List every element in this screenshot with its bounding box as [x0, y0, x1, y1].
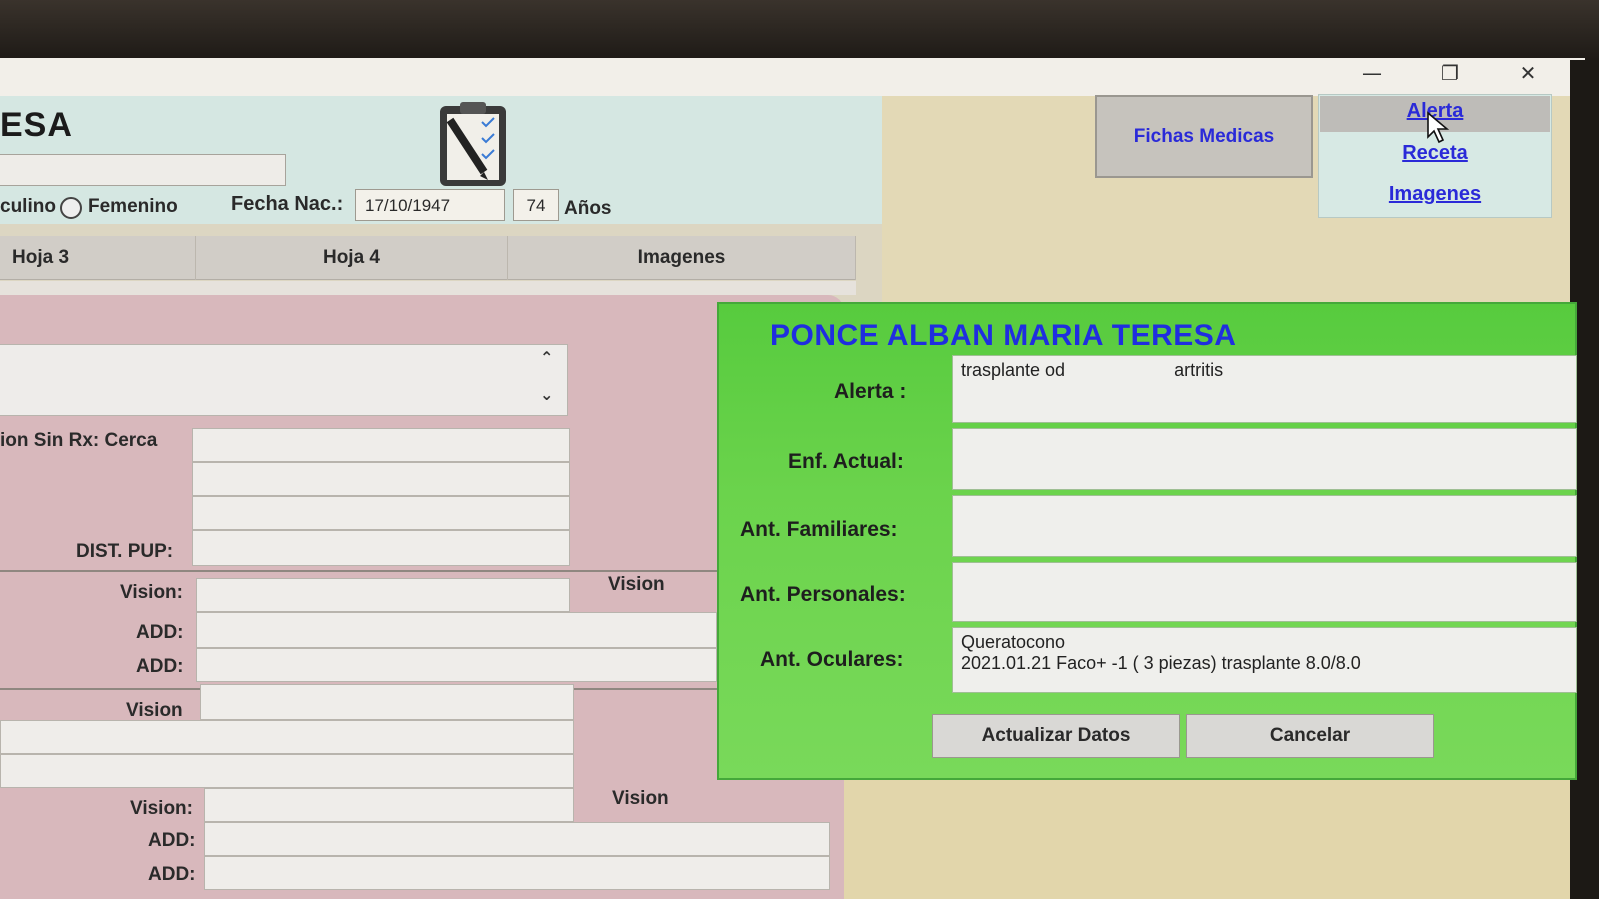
add-field-4[interactable] — [204, 856, 830, 890]
add-field-3[interactable] — [204, 822, 830, 856]
vision-field-4[interactable] — [0, 754, 574, 788]
alerta-value-1: trasplante od — [961, 360, 1066, 380]
patient-name-title: PONCE ALBAN MARIA TERESA — [770, 319, 1237, 352]
dist-pup-field[interactable] — [192, 530, 570, 566]
images-link[interactable]: Imagenes — [1320, 183, 1550, 206]
tab-hoja-3[interactable]: Hoja 3 — [0, 236, 196, 280]
age-field[interactable]: 74 — [513, 189, 559, 221]
vision-field-1[interactable] — [196, 578, 570, 612]
window-heading: ESA — [0, 106, 73, 144]
notes-textarea[interactable] — [0, 344, 568, 416]
vision-label-3: Vision: — [130, 798, 193, 819]
ocular-line-1: Queratocono — [961, 632, 1066, 652]
restore-button[interactable]: ❐ — [1424, 58, 1476, 88]
alerta-field[interactable]: trasplante od artritis — [952, 355, 1577, 423]
form-top-strip — [0, 281, 856, 295]
clipboard-icon[interactable] — [432, 100, 518, 188]
add-field-1[interactable] — [196, 612, 717, 648]
add-label-3: ADD: — [148, 830, 196, 851]
alerta-label: Alerta : — [834, 380, 907, 403]
add-label-1: ADD: — [136, 622, 184, 643]
mouse-cursor-icon — [1427, 111, 1450, 144]
ant-familiares-field[interactable] — [952, 495, 1577, 557]
ocular-line-2: 2021.01.21 Faco+ -1 ( 3 piezas) trasplan… — [961, 653, 1361, 673]
birth-date-label: Fecha Nac.: — [231, 193, 344, 215]
add-field-2[interactable] — [196, 648, 717, 682]
ant-personales-label: Ant. Personales: — [740, 583, 906, 606]
male-option-label: culino — [0, 196, 56, 217]
vision-field-5[interactable] — [204, 788, 574, 822]
dist-pup-label: DIST. PUP: — [76, 541, 174, 562]
tab-imagenes[interactable]: Imagenes — [508, 236, 856, 280]
sin-rx-cerca-label: ion Sin Rx: Cerca — [0, 430, 158, 451]
ant-oculares-field[interactable]: Queratocono 2021.01.21 Faco+ -1 ( 3 piez… — [952, 627, 1577, 693]
vision-field-2[interactable] — [200, 684, 574, 720]
update-data-button[interactable]: Actualizar Datos — [932, 714, 1180, 758]
vision-field-3[interactable] — [0, 720, 574, 754]
add-label-2: ADD: — [136, 656, 184, 677]
medical-records-button[interactable]: Fichas Medicas — [1095, 95, 1313, 178]
scroll-down-icon[interactable]: ⌄ — [540, 385, 553, 404]
close-button[interactable]: ✕ — [1502, 58, 1554, 88]
ant-familiares-label: Ant. Familiares: — [740, 518, 898, 541]
enf-actual-field[interactable] — [952, 428, 1577, 490]
alerta-value-2: artritis — [1174, 360, 1224, 380]
female-radio[interactable] — [60, 197, 82, 219]
sin-rx-field-3[interactable] — [192, 496, 570, 530]
prescription-link[interactable]: Receta — [1320, 142, 1550, 165]
enf-actual-label: Enf. Actual: — [788, 450, 904, 473]
vision-header-1: Vision — [608, 574, 665, 595]
vision-label-1: Vision: — [120, 582, 183, 603]
ant-personales-field[interactable] — [952, 562, 1577, 622]
patient-name-field[interactable] — [0, 154, 286, 186]
vision-label-2: Vision — [126, 700, 183, 721]
age-unit-label: Años — [564, 198, 612, 219]
tab-hoja-4[interactable]: Hoja 4 — [196, 236, 508, 280]
vision-header-2: Vision — [612, 788, 669, 809]
sin-rx-field-1[interactable] — [192, 428, 570, 462]
ant-oculares-label: Ant. Oculares: — [760, 648, 904, 671]
section-divider — [0, 570, 717, 572]
monitor-bezel — [0, 0, 1599, 60]
minimize-button[interactable]: — — [1346, 58, 1398, 88]
sin-rx-field-2[interactable] — [192, 462, 570, 496]
cancel-button[interactable]: Cancelar — [1186, 714, 1434, 758]
add-label-4: ADD: — [148, 864, 196, 885]
birth-date-field[interactable]: 17/10/1947 — [355, 189, 505, 221]
scroll-up-icon[interactable]: ⌃ — [540, 348, 553, 367]
female-option-label: Femenino — [88, 196, 178, 217]
